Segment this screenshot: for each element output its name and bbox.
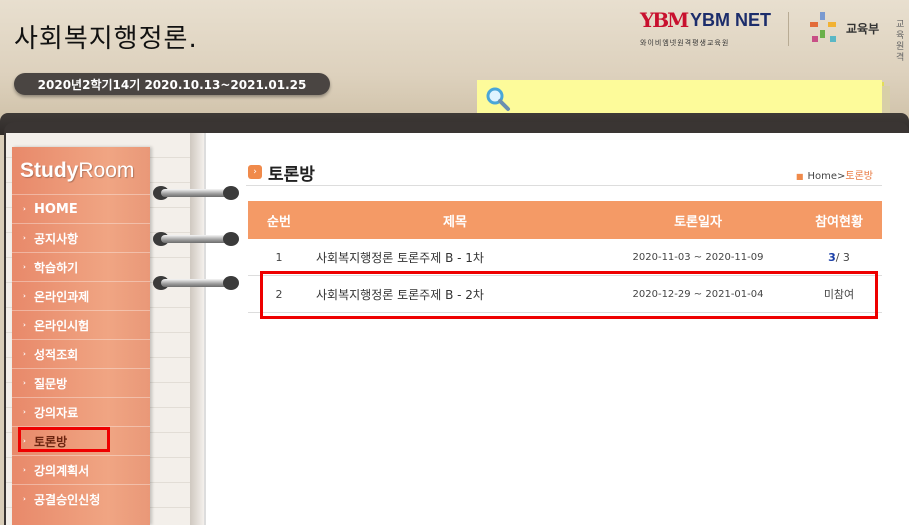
logo-divider <box>788 12 789 46</box>
bullet-icon: › <box>23 466 26 474</box>
breadcrumb-home[interactable]: Home <box>807 171 837 182</box>
header: 사회복지행정론. 2020년2학기14기 2020.10.13~2021.01.… <box>0 0 909 125</box>
row-participation: 3 / 3 <box>828 250 850 264</box>
row-title-link[interactable]: 사회복지행정론 토론주제 B - 1차 <box>310 239 600 275</box>
studyroom-logo: StudyRoom <box>20 159 135 182</box>
breadcrumb-dot-icon: ■ <box>795 172 804 181</box>
course-title: 사회복지행정론. <box>14 24 198 54</box>
moe-logo[interactable]: 교육부 교육 원격 <box>806 10 909 63</box>
search-box-tab <box>882 86 890 116</box>
moe-name: 교육부 <box>846 22 880 36</box>
term-period-badge: 2020년2학기14기 2020.10.13~2021.01.25 <box>14 73 330 95</box>
bullet-icon: › <box>23 263 26 271</box>
page-title: 토론방 <box>268 165 315 185</box>
moe-side-text: 교육 원격 <box>896 20 905 63</box>
bullet-icon: › <box>23 321 26 329</box>
row-date: 2020-11-03 ~ 2020-11-09 <box>632 251 764 263</box>
row-number: 1 <box>275 250 283 264</box>
sidebar-item-syllabus[interactable]: › 강의계획서 <box>12 455 150 484</box>
section-arrow-icon: › <box>248 165 262 179</box>
column-header-participation: 참여현황 <box>815 214 863 230</box>
binder-ring <box>153 185 239 201</box>
breadcrumb: ■ Home>토론방 <box>795 171 873 182</box>
sidebar-item-grades[interactable]: › 성적조회 <box>12 339 150 368</box>
bullet-icon: › <box>23 379 26 387</box>
sidebar-item-questions[interactable]: › 질문방 <box>12 368 150 397</box>
bullet-icon: › <box>23 234 26 242</box>
sidebar-item-online-exam[interactable]: › 온라인시험 <box>12 310 150 339</box>
bullet-icon: › <box>23 292 26 300</box>
ybm-subtitle: 와이비엠넷원격평생교육원 <box>640 39 730 47</box>
ybm-mark-icon: YBM <box>640 8 689 32</box>
bullet-icon: › <box>23 408 26 416</box>
studyroom-sidebar: StudyRoom › HOME › 공지사항 › 학습하기 › 온라인과제 › 온라인시… <box>12 147 150 525</box>
sidebar-item-materials[interactable]: › 강의자료 <box>12 397 150 426</box>
bullet-icon: › <box>23 495 26 503</box>
sidebar-item-notice[interactable]: › 공지사항 <box>12 223 150 252</box>
binder-ring <box>153 275 239 291</box>
table-header: 순번 제목 토론일자 참여현황 <box>248 201 882 239</box>
bullet-icon: › <box>23 350 26 358</box>
magnifier-icon[interactable] <box>485 86 511 112</box>
search-box[interactable] <box>477 80 890 116</box>
sidebar-item-online-assignment[interactable]: › 온라인과제 <box>12 281 150 310</box>
ybm-name: YBM NET <box>690 10 771 30</box>
column-header-no: 순번 <box>267 214 291 230</box>
column-header-date: 토론일자 <box>674 214 722 230</box>
binder-ring <box>153 231 239 247</box>
bullet-icon: › <box>23 205 26 213</box>
row-highlight-box <box>260 271 878 319</box>
sidebar-item-learning[interactable]: › 학습하기 <box>12 252 150 281</box>
sidebar-menu: › HOME › 공지사항 › 학습하기 › 온라인과제 › 온라인시험 › 성적조회 › 질… <box>12 194 150 513</box>
breadcrumb-current: 토론방 <box>845 171 873 182</box>
moe-emblem-icon <box>810 12 836 42</box>
planner-right-page <box>204 133 909 525</box>
sidebar-item-excused-absence[interactable]: › 공결승인신청 <box>12 484 150 513</box>
column-header-title: 제목 <box>443 214 467 230</box>
ybm-logo[interactable]: YBM YBM NET 와이비엠넷원격평생교육원 <box>640 8 775 48</box>
title-divider <box>246 185 882 186</box>
active-item-highlight <box>18 427 110 452</box>
sidebar-item-home[interactable]: › HOME <box>12 194 150 223</box>
